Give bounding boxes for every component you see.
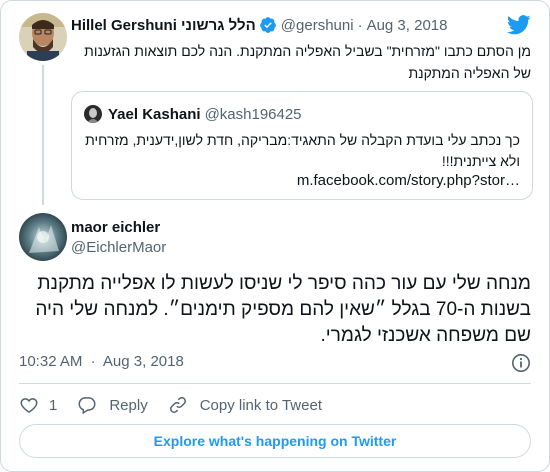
- reply-bubble-icon: [78, 397, 96, 415]
- parent-author-handle[interactable]: @gershuni: [281, 17, 354, 34]
- link-icon: [169, 397, 186, 413]
- tweet-time[interactable]: 10:32 AM: [19, 353, 82, 370]
- thread-connector: [42, 65, 44, 205]
- like-count: 1: [49, 396, 58, 414]
- parent-tweet-date[interactable]: Aug 3, 2018: [367, 17, 448, 34]
- verified-badge-icon: [259, 16, 277, 34]
- tweet-date[interactable]: Aug 3, 2018: [103, 353, 184, 370]
- quoted-author-name: Yael Kashani: [108, 105, 201, 123]
- copy-link-button[interactable]: Copy link to Tweet: [168, 395, 322, 415]
- quoted-author-handle: @kash196425: [204, 105, 302, 123]
- parent-tweet-text: מן הסתם כתבו "מזרחית" בשביל האפליה המתקנ…: [84, 43, 531, 81]
- tweet-timestamp[interactable]: 10:32 AM · Aug 3, 2018: [19, 353, 184, 370]
- header-separator: ·: [357, 16, 363, 34]
- reply-button[interactable]: Reply: [77, 395, 148, 415]
- parent-avatar[interactable]: [19, 13, 67, 61]
- tweet-embed-card: Hillel Gershuni הלל גרשוני @gershuni · A…: [0, 0, 550, 472]
- copy-link-label: Copy link to Tweet: [199, 396, 322, 414]
- main-avatar[interactable]: [19, 213, 67, 261]
- quoted-tweet-link[interactable]: m.facebook.com/story.php?stor…: [297, 172, 520, 189]
- avatar-photo-icon: [19, 213, 67, 261]
- like-button[interactable]: 1: [19, 395, 57, 415]
- quoted-tweet-header: Yael Kashani @kash196425: [108, 104, 302, 124]
- heart-icon: [20, 398, 38, 413]
- parent-tweet-header: Hillel Gershuni הלל גרשוני @gershuni · A…: [71, 15, 447, 35]
- reply-label: Reply: [109, 396, 148, 414]
- avatar-photo-icon: [19, 13, 67, 61]
- tweet-actions: 1 Reply Copy link to Tweet: [19, 394, 342, 416]
- twitter-bird-icon[interactable]: [506, 15, 531, 35]
- parent-author-name[interactable]: Hillel Gershuni הלל גרשוני: [71, 17, 256, 34]
- quoted-tweet-text: כך נכתב עלי בועדת הקבלה של התאגיד:מבריקה…: [85, 132, 520, 169]
- main-tweet-text: מנחה שלי עם עור כהה סיפר לי שניסו לעשות …: [35, 273, 531, 346]
- quoted-tweet[interactable]: Yael Kashani @kash196425 כך נכתב עלי בוע…: [71, 91, 533, 200]
- explore-button[interactable]: Explore what's happening on Twitter: [19, 424, 531, 458]
- main-author-handle[interactable]: @EichlerMaor: [71, 239, 166, 256]
- quoted-avatar: [84, 105, 102, 123]
- divider: [19, 383, 531, 384]
- info-icon[interactable]: [511, 353, 531, 373]
- main-author-name[interactable]: maor eichler: [71, 219, 160, 236]
- avatar-photo-icon: [84, 105, 102, 123]
- meta-separator: ·: [90, 353, 96, 370]
